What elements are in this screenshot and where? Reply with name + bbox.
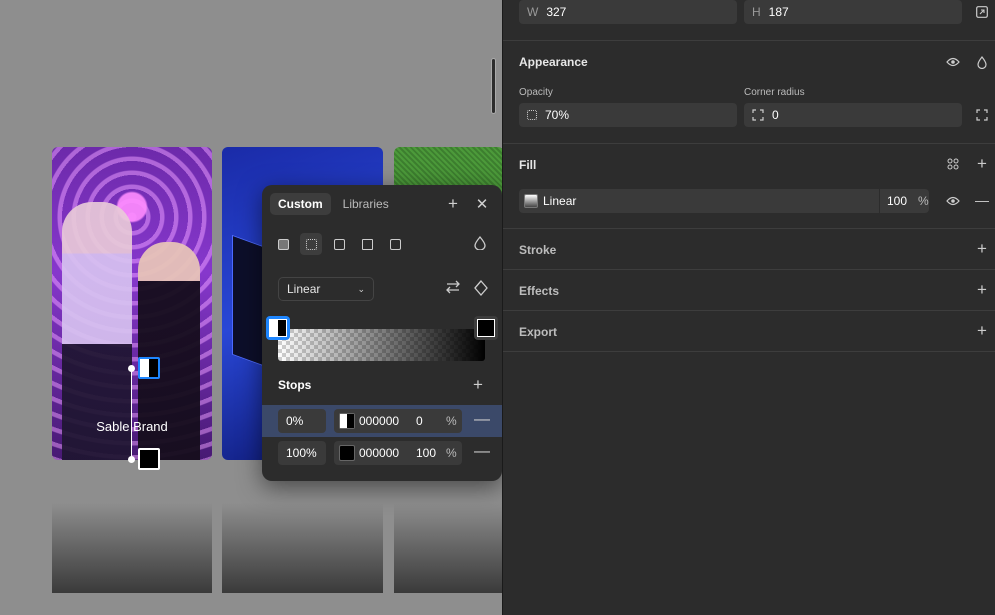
opacity-field[interactable]: 70%: [519, 103, 737, 127]
eyedropper-icon[interactable]: [474, 236, 486, 250]
export-section: Export +: [503, 310, 995, 352]
gradient-handle-end[interactable]: [128, 456, 135, 463]
remove-stop-icon[interactable]: —: [474, 411, 490, 429]
stop-hex[interactable]: 000000: [359, 414, 399, 428]
canvas-stop-start[interactable]: [138, 357, 160, 379]
gradient-frame-3[interactable]: [394, 503, 502, 593]
stop-position-input[interactable]: 100%: [278, 441, 326, 465]
tab-libraries[interactable]: Libraries: [335, 193, 397, 215]
corner-radius-label: Corner radius: [744, 87, 805, 98]
height-field[interactable]: H 187: [744, 0, 962, 24]
image-fill-icon[interactable]: [356, 233, 378, 255]
add-effect-icon[interactable]: +: [973, 280, 991, 299]
effects-title: Effects: [519, 284, 560, 298]
stop-alpha[interactable]: 0: [416, 414, 423, 428]
canvas-stop-end[interactable]: [138, 448, 160, 470]
remove-stop-icon[interactable]: —: [474, 443, 490, 461]
fill-picker-popup: Custom Libraries + ✕ Linear ⌄ Stops + 0%…: [262, 185, 502, 481]
width-value[interactable]: 327: [546, 5, 566, 19]
stop-position-input[interactable]: 0%: [278, 409, 326, 433]
drop-icon[interactable]: [973, 53, 991, 71]
stop-alpha-unit: %: [446, 446, 457, 460]
gradient-handle-start[interactable]: [128, 365, 135, 372]
gradient-handle-line: [131, 368, 132, 460]
gradient-ramp[interactable]: [278, 329, 485, 361]
stroke-title: Stroke: [519, 243, 557, 257]
brand-text: Sable Brand: [96, 419, 168, 434]
width-label: W: [527, 5, 539, 19]
fill-opacity-unit: %: [918, 194, 929, 208]
eye-icon[interactable]: [944, 53, 962, 71]
fill-type-row: [272, 233, 406, 255]
pattern-fill-icon[interactable]: [328, 233, 350, 255]
properties-panel: W 327 H 187 Appearance Opacity 70% Corne…: [502, 0, 995, 615]
chevron-down-icon: ⌄: [357, 283, 365, 294]
stop-alpha-unit: %: [446, 414, 457, 428]
ramp-stop-end[interactable]: [474, 316, 498, 340]
solid-fill-icon[interactable]: [272, 233, 294, 255]
fill-swatch[interactable]: [524, 194, 538, 208]
appearance-section: Appearance Opacity 70% Corner radius 0: [503, 40, 995, 144]
fill-visibility-eye-icon[interactable]: [944, 192, 962, 210]
rotate-gradient-icon[interactable]: [474, 280, 488, 296]
close-icon[interactable]: ✕: [473, 195, 491, 213]
fill-title: Fill: [519, 158, 537, 172]
canvas-scrollbar[interactable]: [491, 58, 496, 114]
corner-radius-field[interactable]: 0: [744, 103, 962, 127]
opacity-label: Opacity: [519, 87, 553, 98]
add-stop-icon[interactable]: +: [473, 375, 483, 395]
gradient-frame-1[interactable]: [52, 503, 212, 593]
plus-icon[interactable]: +: [444, 194, 462, 213]
stop-alpha[interactable]: 100: [416, 446, 436, 460]
gradient-type-value: Linear: [287, 282, 321, 296]
add-stroke-icon[interactable]: +: [973, 239, 991, 258]
stop-swatch[interactable]: [339, 413, 355, 429]
add-fill-icon[interactable]: +: [973, 154, 991, 173]
video-fill-icon[interactable]: [384, 233, 406, 255]
remove-fill-icon[interactable]: —: [973, 191, 991, 209]
stop-hex[interactable]: 000000: [359, 446, 399, 460]
stop-color-input[interactable]: 000000 100 %: [334, 441, 462, 465]
flip-gradient-icon[interactable]: [445, 280, 461, 294]
corner-radius-value[interactable]: 0: [772, 108, 779, 122]
appearance-title: Appearance: [519, 55, 588, 69]
opacity-icon: [527, 110, 537, 120]
fill-type[interactable]: Linear: [543, 194, 576, 208]
effects-section: Effects +: [503, 269, 995, 311]
gradient-fill-icon[interactable]: [300, 233, 322, 255]
stroke-section: Stroke +: [503, 228, 995, 270]
fill-opacity[interactable]: 100: [887, 194, 907, 208]
fill-section: Fill + Linear 100 % —: [503, 143, 995, 229]
resize-to-fit-icon[interactable]: [973, 3, 991, 21]
opacity-value[interactable]: 70%: [545, 108, 569, 122]
gradient-type-select[interactable]: Linear ⌄: [278, 277, 374, 301]
height-label: H: [752, 5, 761, 19]
independent-corners-icon[interactable]: [973, 106, 991, 124]
gradient-frame-2[interactable]: [222, 503, 383, 593]
add-export-icon[interactable]: +: [973, 321, 991, 340]
corner-radius-icon: [752, 109, 764, 121]
frame-card-sable[interactable]: Sable Brand: [52, 147, 212, 460]
stops-label: Stops: [278, 378, 312, 392]
styles-grid-icon[interactable]: [944, 155, 962, 173]
stop-row[interactable]: 100% 000000 100 % —: [262, 437, 502, 469]
width-field[interactable]: W 327: [519, 0, 737, 24]
fill-row[interactable]: Linear 100 %: [519, 189, 929, 213]
picker-tabs: Custom Libraries: [270, 193, 397, 215]
stop-row[interactable]: 0% 000000 0 % —: [262, 405, 502, 437]
export-title: Export: [519, 325, 558, 339]
height-value[interactable]: 187: [769, 5, 789, 19]
ramp-stop-start[interactable]: [266, 316, 290, 340]
stop-color-input[interactable]: 000000 0 %: [334, 409, 462, 433]
tab-custom[interactable]: Custom: [270, 193, 331, 215]
stop-swatch[interactable]: [339, 445, 355, 461]
